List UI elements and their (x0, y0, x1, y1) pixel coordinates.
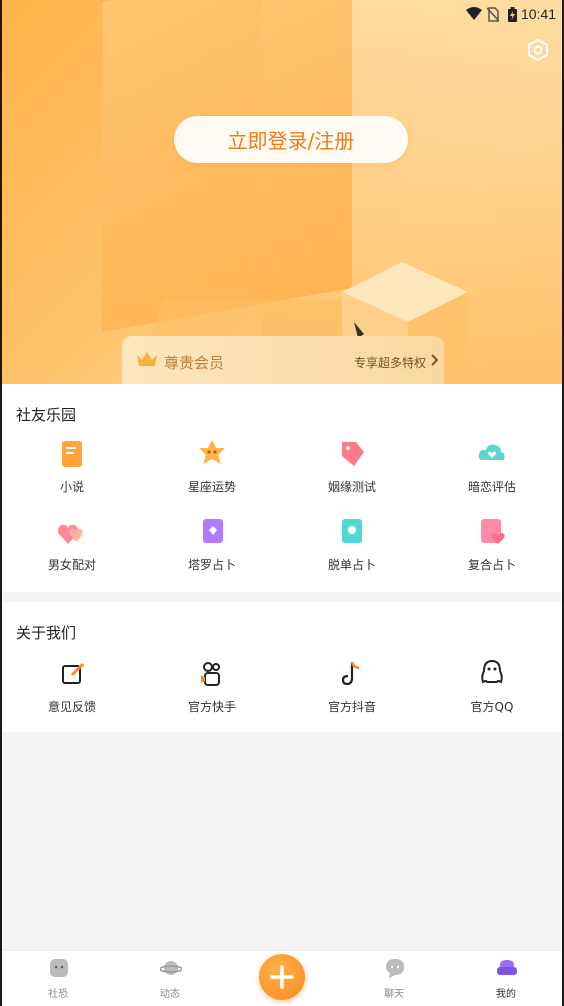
grid-item-reunion-divination[interactable]: 复合占卜 (422, 516, 562, 576)
grid-item-feedback[interactable]: 意见反馈 (2, 658, 142, 718)
grid-item-kuaishou[interactable]: 官方快手 (142, 658, 282, 718)
grid-item-label: 男女配对 (47, 558, 96, 572)
vip-title: 尊贵会员 (164, 354, 225, 372)
vip-membership-card[interactable]: 尊贵会员 专享超多特权 (122, 336, 444, 384)
nav-label: 我的 (496, 989, 516, 1000)
nav-item-chat[interactable]: 聊天 (338, 955, 450, 1001)
nav-label: 聊天 (384, 989, 404, 1000)
nav-label: 社恐 (48, 989, 68, 1000)
login-register-button[interactable]: 立即登录/注册 (174, 116, 408, 163)
book-icon (62, 441, 82, 467)
grid-item-novel[interactable]: 小说 (2, 438, 142, 498)
douyin-icon (341, 661, 360, 686)
feedback-edit-icon (62, 662, 85, 684)
section-title: 社友乐园 (16, 406, 77, 424)
settings-icon[interactable] (526, 38, 550, 62)
planet-icon (160, 961, 182, 975)
battery-icon (508, 7, 517, 22)
kuaishou-icon (201, 662, 220, 686)
app-screen: 10:41 立即登录/注册 尊贵会员 专享超多特权 社友乐园 小说 星座运势 姻… (2, 0, 562, 1006)
wifi-icon (466, 7, 482, 20)
qq-penguin-icon (481, 659, 503, 684)
grid-item-label: 小说 (59, 480, 84, 494)
grid-item-qq[interactable]: 官方QQ (422, 658, 562, 718)
grid-item-label: 复合占卜 (467, 558, 516, 572)
grid-item-label: 官方快手 (187, 700, 236, 714)
tarot-card-icon (203, 519, 223, 543)
social-face-icon (50, 959, 68, 977)
about-section: 关于我们 意见反馈 官方快手 官方抖音 官方QQ (2, 602, 562, 732)
grid-item-single-divination[interactable]: 脱单占卜 (282, 516, 422, 576)
grid-item-label: 姻缘测试 (327, 480, 376, 494)
chat-bubble-icon (386, 959, 404, 978)
section-title: 关于我们 (16, 624, 77, 642)
grid-item-label: 脱单占卜 (327, 558, 376, 572)
grid-item-marriage-test[interactable]: 姻缘测试 (282, 438, 422, 498)
double-heart-icon (58, 524, 83, 544)
grid-item-tarot[interactable]: 塔罗占卜 (142, 516, 282, 576)
grid-item-horoscope[interactable]: 星座运势 (142, 438, 282, 498)
status-time: 10:41 (520, 6, 556, 22)
grid-item-crush-assessment[interactable]: 暗恋评估 (422, 438, 562, 498)
status-bar: 10:41 (2, 0, 562, 30)
grid-item-label: 暗恋评估 (467, 480, 516, 494)
nav-item-social-anxiety[interactable]: 社恐 (2, 955, 114, 1001)
grid-item-label: 星座运势 (187, 480, 236, 494)
tag-heart-icon (342, 442, 364, 466)
grid-item-couple-match[interactable]: 男女配对 (2, 516, 142, 576)
grid-item-label: 意见反馈 (47, 700, 96, 714)
grid-item-label: 官方抖音 (327, 700, 376, 714)
grid-item-label: 官方QQ (470, 700, 514, 714)
grid-item-douyin[interactable]: 官方抖音 (282, 658, 422, 718)
reunion-card-icon (481, 519, 505, 544)
profile-hero-banner: 10:41 立即登录/注册 尊贵会员 专享超多特权 (2, 0, 562, 384)
nav-item-mine[interactable]: 我的 (450, 955, 562, 1001)
nav-label: 动态 (160, 989, 180, 1000)
vip-privileges-link[interactable]: 专享超多特权 (354, 354, 426, 371)
single-card-icon (342, 519, 362, 543)
star-sign-icon (199, 440, 225, 464)
nav-item-moments[interactable]: 动态 (114, 955, 226, 1001)
no-sim-icon (487, 7, 499, 22)
plus-icon (270, 965, 294, 989)
crown-icon (137, 352, 157, 366)
grid-item-label: 塔罗占卜 (187, 558, 236, 572)
chevron-right-icon (431, 354, 439, 366)
cloud-heart-icon (478, 444, 505, 460)
create-post-button[interactable] (259, 954, 305, 1000)
sofa-profile-icon (497, 960, 517, 975)
fun-section: 社友乐园 小说 星座运势 姻缘测试 暗恋评估 男女配对 塔罗占卜 脱单占卜 复合… (2, 384, 562, 592)
